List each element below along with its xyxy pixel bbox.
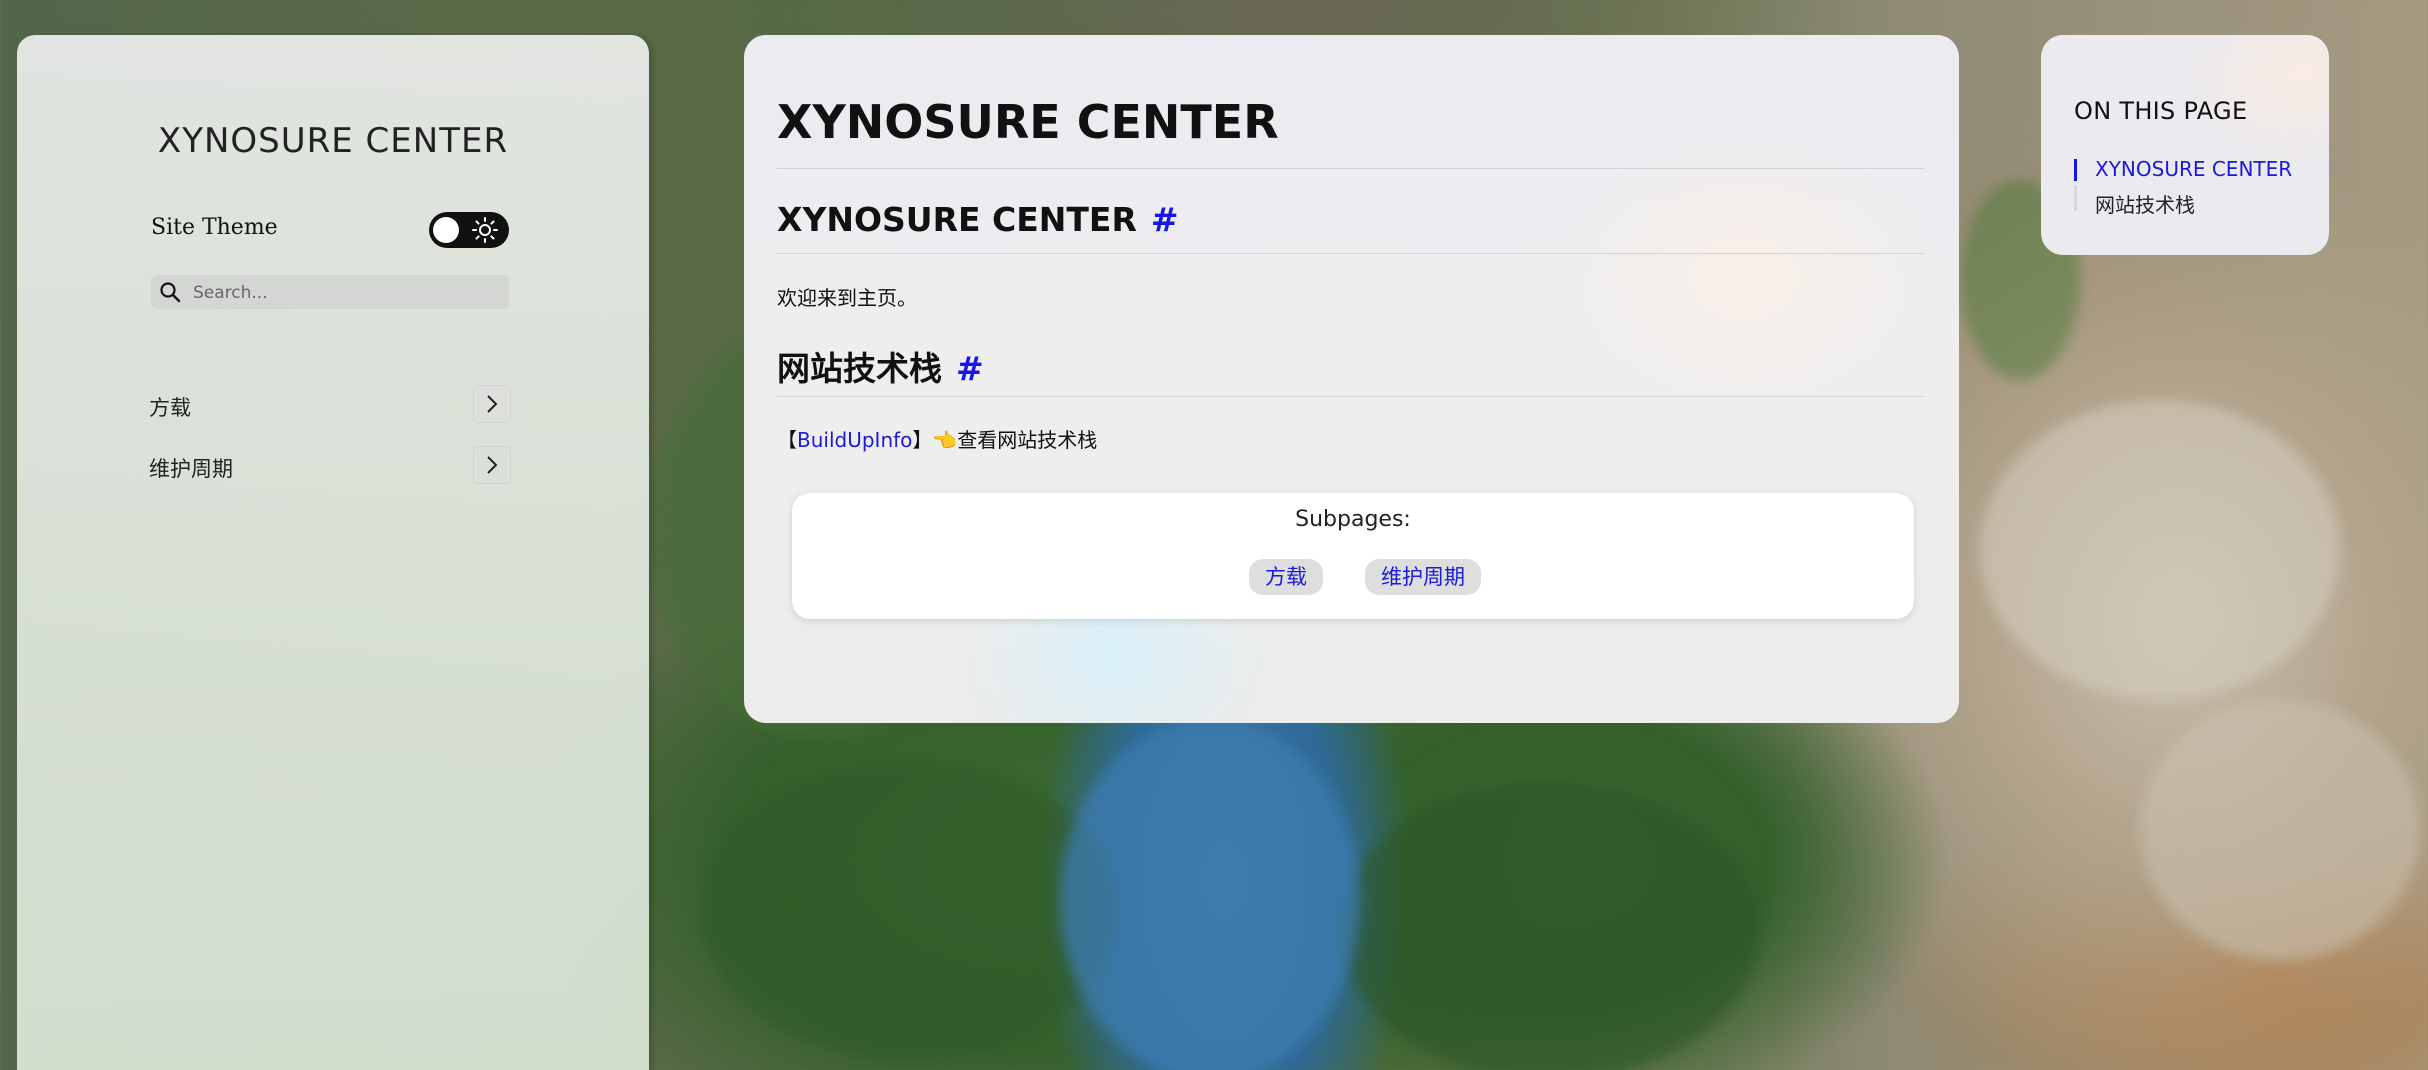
- sun-icon: [472, 217, 498, 243]
- main-content: XYNOSURE CENTER XYNOSURE CENTER # 欢迎来到主页。…: [744, 35, 1959, 723]
- divider: [777, 396, 1925, 397]
- page-title: XYNOSURE CENTER: [777, 95, 1279, 149]
- search-input[interactable]: [191, 278, 495, 308]
- site-theme-label: Site Theme: [151, 215, 278, 240]
- divider: [777, 253, 1925, 254]
- chevron-right-icon: [487, 456, 498, 474]
- theme-toggle[interactable]: [429, 212, 509, 248]
- toc-active-indicator: [2074, 159, 2077, 181]
- section-heading-text: 网站技术栈: [777, 349, 942, 388]
- welcome-text: 欢迎来到主页。: [777, 286, 917, 310]
- on-this-page-panel: ON THIS PAGE XYNOSURE CENTER 网站技术栈: [2041, 35, 2329, 255]
- toc-item-xynosure-center[interactable]: XYNOSURE CENTER: [2095, 157, 2292, 181]
- subpages-card: Subpages: 方载 维护周期: [792, 493, 1914, 619]
- toc-track: [2074, 185, 2077, 211]
- toc-item-tech-stack[interactable]: 网站技术栈: [2095, 189, 2195, 218]
- search-icon: [160, 282, 181, 303]
- chevron-right-icon: [487, 395, 498, 413]
- subpages-title: Subpages:: [1295, 507, 1411, 532]
- sidebar-item-fangzai[interactable]: 方载: [149, 385, 511, 425]
- toc-heading: ON THIS PAGE: [2074, 97, 2248, 125]
- sidebar-item-label: 维护周期: [149, 457, 233, 481]
- heading-anchor-link[interactable]: #: [1151, 200, 1179, 239]
- background-rocks: [1980, 400, 2340, 700]
- expand-button[interactable]: [473, 446, 511, 484]
- bracket-close: 】: [912, 428, 933, 452]
- heading-anchor-link[interactable]: #: [956, 349, 984, 388]
- section-heading: 网站技术栈 #: [777, 342, 984, 390]
- section-heading: XYNOSURE CENTER #: [777, 200, 1179, 239]
- subpage-chip-maintenance[interactable]: 维护周期: [1365, 559, 1481, 595]
- background-river: [1060, 720, 1360, 1070]
- expand-button[interactable]: [473, 385, 511, 423]
- background-rocks: [2140, 700, 2420, 960]
- section-heading-text: XYNOSURE CENTER: [777, 200, 1137, 239]
- bracket-open: 【: [777, 428, 797, 452]
- search-box: [151, 275, 509, 309]
- tech-stack-label: 查看网站技术栈: [957, 428, 1098, 452]
- site-brand[interactable]: XYNOSURE CENTER: [17, 121, 649, 161]
- subpage-chip-fangzai[interactable]: 方载: [1249, 559, 1323, 595]
- background-palms: [1340, 780, 1760, 1070]
- toggle-knob: [433, 217, 459, 243]
- pointing-hand-icon: 👈: [932, 428, 958, 452]
- buildupinfo-link[interactable]: BuildUpInfo: [797, 428, 912, 452]
- divider: [777, 168, 1925, 169]
- sidebar: XYNOSURE CENTER Site Theme 方载 维护周期: [17, 35, 649, 1070]
- background-palms: [700, 760, 1120, 1060]
- tech-stack-text: 【BuildUpInfo】👈查看网站技术栈: [777, 424, 1097, 453]
- sidebar-item-maintenance[interactable]: 维护周期: [149, 446, 511, 486]
- sidebar-item-label: 方载: [149, 396, 191, 420]
